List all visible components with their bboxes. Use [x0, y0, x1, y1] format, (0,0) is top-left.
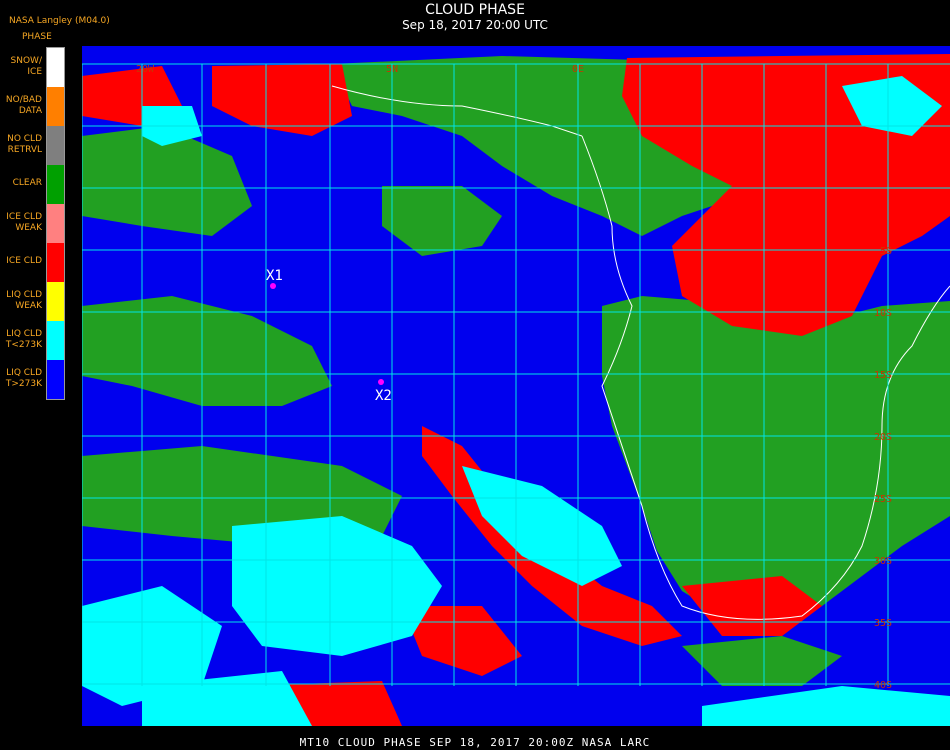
map-canvas: 20W 0E 5N 5S 10S 15S 20S 25S 30S 35S 40S: [81, 46, 950, 726]
legend-label: NO CLD RETRVL: [7, 133, 42, 155]
legend-swatch: [47, 321, 64, 360]
grid-label-right-2: 10S: [874, 308, 892, 319]
legend-label: LIQ CLD WEAK: [6, 289, 42, 311]
legend-label: LIQ CLD T<273K: [5, 328, 42, 350]
legend-label: LIQ CLD T>273K: [5, 367, 42, 389]
grid-label-right-7: 35S: [874, 618, 892, 629]
data-source-label: NASA Langley (M04.0): [9, 16, 110, 26]
legend-swatch: [47, 48, 64, 87]
marker-x2-label[interactable]: X2: [375, 388, 392, 404]
legend-title: PHASE: [22, 32, 52, 42]
grid-label-top-1: 20W: [136, 64, 155, 75]
legend-label: SNOW/ ICE: [10, 55, 42, 77]
legend-swatch: [47, 126, 64, 165]
legend-label: ICE CLD: [6, 256, 42, 266]
legend-label: ICE CLD WEAK: [6, 211, 42, 233]
grid-label-top-2: 0E: [572, 64, 584, 75]
grid-label-top-3: 5N: [386, 64, 398, 75]
grid-label-right-5: 25S: [874, 494, 892, 505]
legend-swatch: [47, 243, 64, 282]
map-title: CLOUD PHASE: [425, 2, 525, 18]
map-timestamp: Sep 18, 2017 20:00 UTC: [402, 18, 548, 32]
legend-label: NO/BAD DATA: [5, 94, 42, 116]
grid-label-right-3: 15S: [874, 370, 892, 381]
legend-swatch: [47, 360, 64, 399]
legend-swatch: [47, 282, 64, 321]
grid-label-right-8: 40S: [874, 680, 892, 691]
grid-label-right-6: 30S: [874, 556, 892, 567]
cloud-phase-map[interactable]: 20W 0E 5N 5S 10S 15S 20S 25S 30S 35S 40S…: [81, 46, 950, 726]
marker-x1-label[interactable]: X1: [266, 268, 283, 284]
legend-swatch: [47, 87, 64, 126]
legend-swatch: [47, 165, 64, 204]
legend-label: CLEAR: [12, 178, 42, 188]
legend-swatch: [47, 204, 64, 243]
footer-caption: MT10 CLOUD PHASE SEP 18, 2017 20:00Z NAS…: [299, 736, 651, 749]
grid-label-right-4: 20S: [874, 432, 892, 443]
legend-color-bar: [46, 47, 65, 400]
grid-label-right-1: 5S: [880, 246, 892, 257]
marker-x2-dot: [378, 379, 384, 385]
